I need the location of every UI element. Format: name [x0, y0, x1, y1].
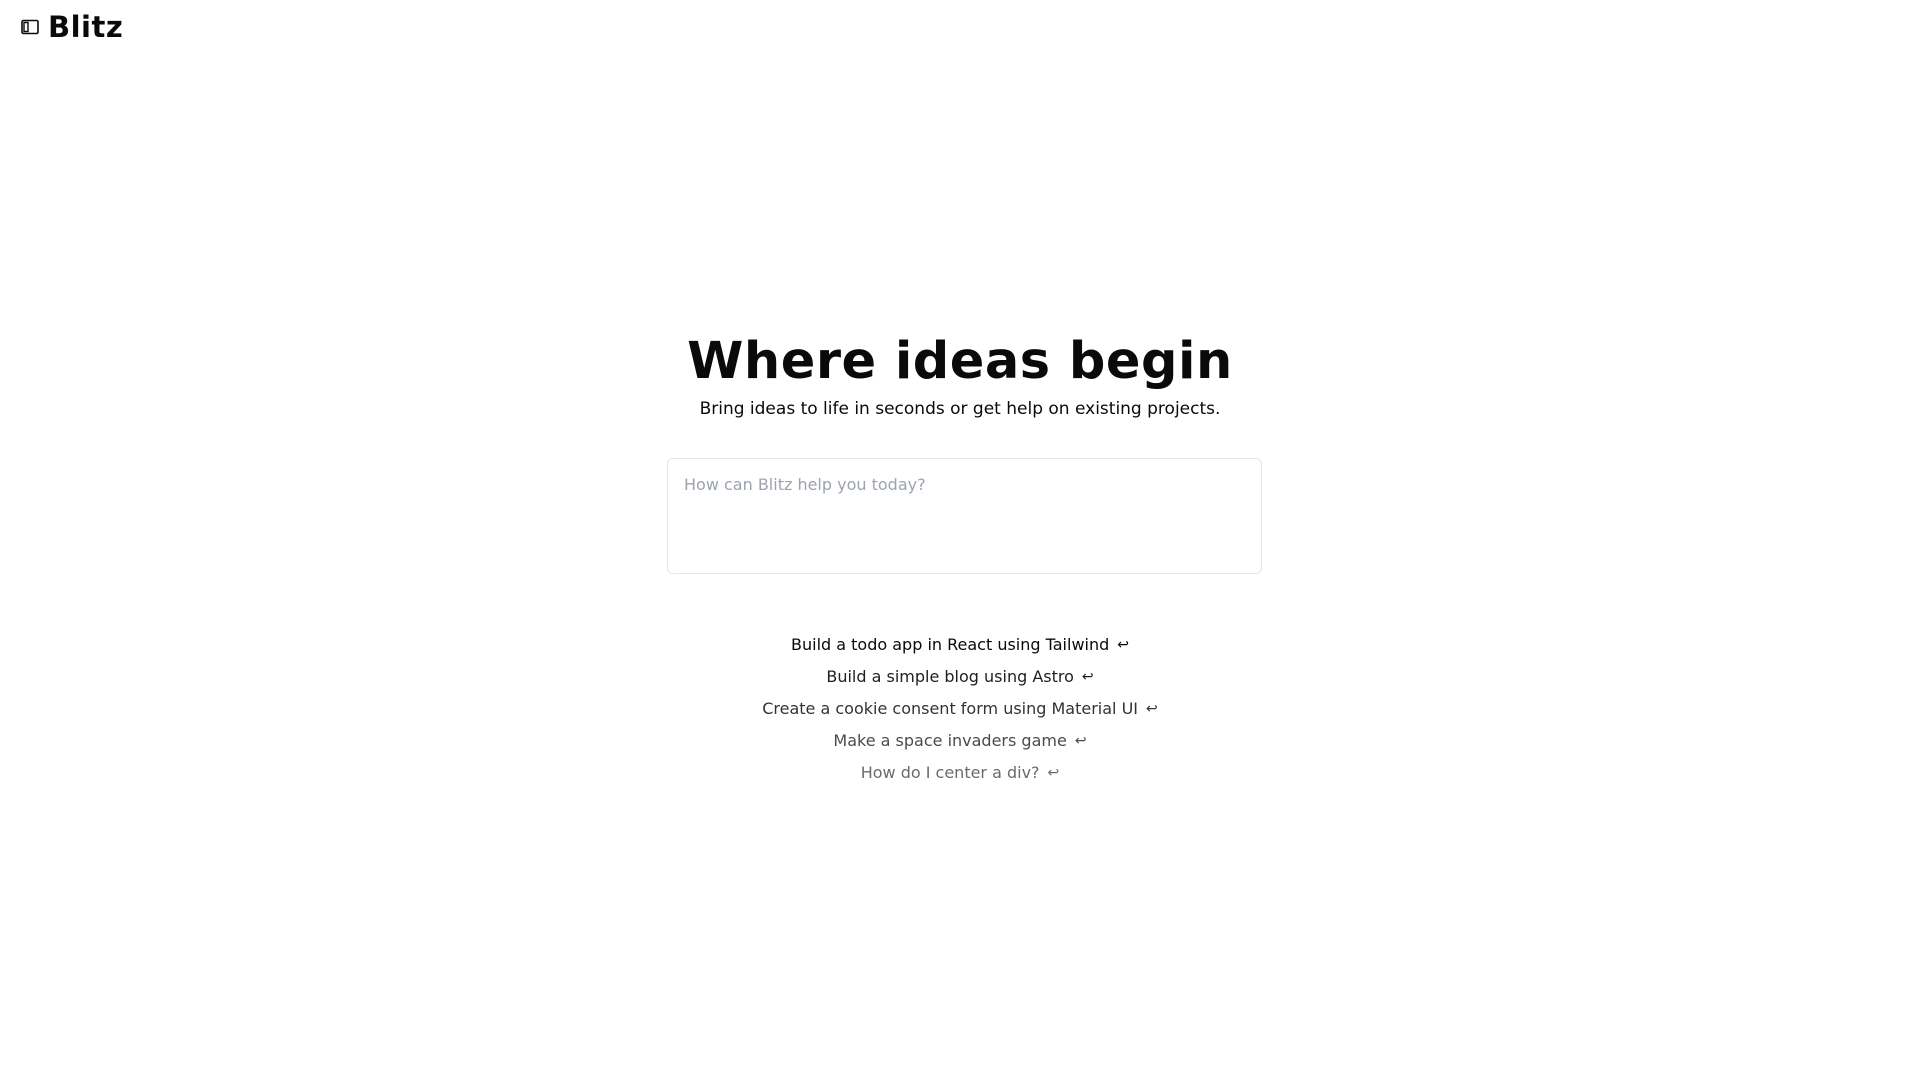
suggestion-list: Build a todo app in React using Tailwind… [0, 628, 1920, 788]
suggestion-label: Create a cookie consent form using Mater… [762, 698, 1139, 718]
enter-icon: ↩ [1047, 765, 1060, 781]
page-subtitle: Bring ideas to life in seconds or get he… [699, 399, 1221, 419]
top-bar: Blitz [20, 10, 123, 44]
sidebar-toggle-icon[interactable] [20, 17, 40, 37]
enter-icon: ↩ [1117, 637, 1129, 653]
brand-logo: Blitz [48, 10, 124, 44]
suggestion-item-todo-app[interactable]: Build a todo app in React using Tailwind… [791, 628, 1129, 660]
suggestion-label: Make a space invaders game [833, 730, 1067, 750]
prompt-input[interactable] [668, 459, 1261, 573]
suggestion-label: Build a todo app in React using Tailwind [791, 634, 1110, 654]
suggestion-item-center-div[interactable]: How do I center a div? ↩ [861, 756, 1060, 788]
enter-icon: ↩ [1146, 701, 1158, 717]
enter-icon: ↩ [1074, 733, 1087, 749]
hero: Where ideas begin Bring ideas to life in… [0, 332, 1920, 420]
enter-icon: ↩ [1081, 669, 1094, 685]
suggestion-item-astro-blog[interactable]: Build a simple blog using Astro ↩ [826, 660, 1093, 692]
prompt-box [667, 458, 1262, 574]
suggestion-label: Build a simple blog using Astro [826, 666, 1074, 686]
page-title: Where ideas begin [687, 332, 1233, 391]
suggestion-label: How do I center a div? [860, 762, 1040, 782]
suggestion-item-cookie-form[interactable]: Create a cookie consent form using Mater… [762, 692, 1158, 724]
suggestion-item-space-invaders[interactable]: Make a space invaders game ↩ [833, 724, 1086, 756]
